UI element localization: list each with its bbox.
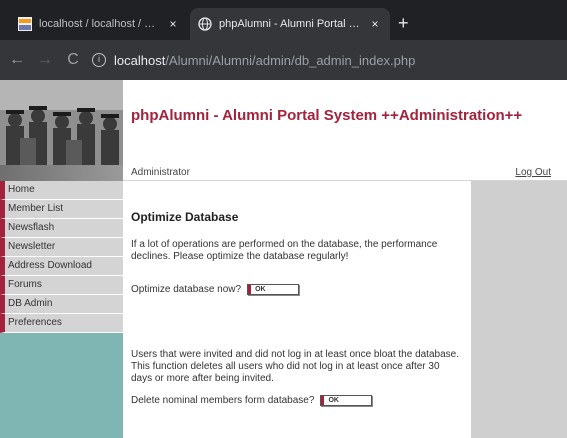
phpmyadmin-icon — [18, 17, 32, 31]
delete-ok-button[interactable]: OK — [320, 395, 373, 406]
tab-phpmyadmin[interactable]: localhost / localhost / mysql / us × — [10, 8, 188, 40]
delete-description: Users that were invited and did not log … — [131, 349, 459, 384]
sidebar-item-newsflash[interactable]: Newsflash — [0, 219, 123, 238]
tab-phpalumni[interactable]: phpAlumni - Alumni Portal Syster × — [190, 8, 390, 40]
new-tab-button[interactable]: + — [398, 14, 409, 32]
username-label: Administrator — [131, 167, 190, 178]
close-icon[interactable]: × — [166, 17, 180, 31]
url-field[interactable]: i localhost/Alumni/Alumni/admin/db_admin… — [92, 46, 567, 74]
optimize-prompt: Optimize database now? — [131, 284, 242, 295]
sidebar-item-preferences[interactable]: Preferences — [0, 314, 123, 333]
sidebar-item-db-admin[interactable]: DB Admin — [0, 295, 123, 314]
sidebar-item-newsletter[interactable]: Newsletter — [0, 238, 123, 257]
section-heading: Optimize Database — [131, 210, 239, 224]
optimize-row: Optimize database now? OK — [131, 284, 300, 295]
sidebar: Home Member List Newsflash Newsletter Ad… — [0, 181, 123, 438]
user-bar: Administrator Log Out — [123, 165, 567, 181]
tab-title: localhost / localhost / mysql / us — [39, 18, 162, 30]
optimize-description: If a lot of operations are performed on … — [131, 239, 438, 262]
browser-tab-bar: localhost / localhost / mysql / us × php… — [0, 0, 567, 40]
sidebar-item-forums[interactable]: Forums — [0, 276, 123, 295]
delete-prompt: Delete nominal members form database? — [131, 395, 315, 406]
globe-icon — [198, 17, 212, 31]
reload-button[interactable]: C — [62, 51, 84, 69]
photo-strip — [0, 165, 123, 181]
logout-link[interactable]: Log Out — [515, 167, 551, 178]
url-path: /Alumni/Alumni/admin/db_admin_index.php — [165, 52, 416, 68]
back-button[interactable]: ← — [6, 51, 28, 69]
optimize-ok-button[interactable]: OK — [247, 284, 300, 295]
address-bar: ← → C i localhost/Alumni/Alumni/admin/db… — [0, 40, 567, 80]
sidebar-item-home[interactable]: Home — [0, 181, 123, 200]
info-icon[interactable]: i — [92, 53, 106, 67]
sidebar-item-address-download[interactable]: Address Download — [0, 257, 123, 276]
delete-row: Delete nominal members form database? OK — [131, 395, 373, 406]
page-title: phpAlumni - Alumni Portal System ++Admin… — [131, 107, 523, 124]
header-banner: phpAlumni - Alumni Portal System ++Admin… — [0, 80, 567, 165]
close-icon[interactable]: × — [368, 17, 382, 31]
page: phpAlumni - Alumni Portal System ++Admin… — [0, 80, 567, 438]
tab-title: phpAlumni - Alumni Portal Syster — [219, 18, 364, 30]
forward-button[interactable]: → — [34, 51, 56, 69]
right-column — [471, 181, 567, 438]
main-content: Optimize Database If a lot of operations… — [123, 181, 471, 438]
graduation-photo — [0, 80, 123, 165]
sidebar-item-member-list[interactable]: Member List — [0, 200, 123, 219]
url-host: localhost — [114, 52, 166, 68]
